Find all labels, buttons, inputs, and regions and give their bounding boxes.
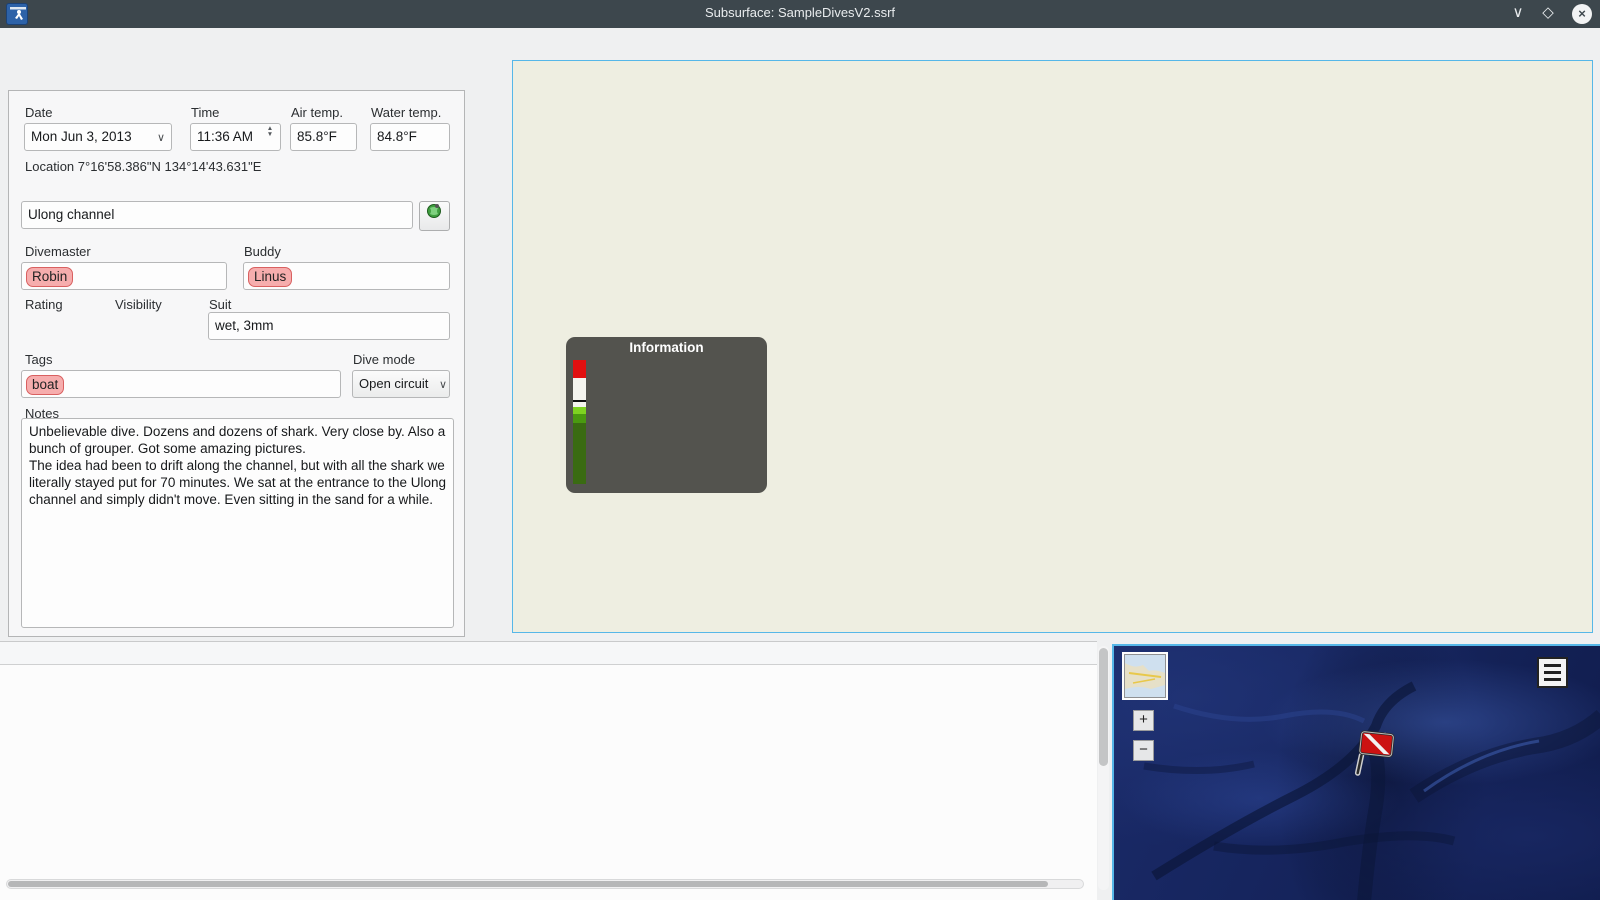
- date-combobox[interactable]: Mon Jun 3, 2013 ∨: [24, 123, 172, 151]
- suit-field[interactable]: wet, 3mm: [208, 312, 450, 340]
- title-bar: Subsurface: SampleDivesV2.ssrf ∨ ◇ ×: [0, 0, 1600, 28]
- vscroll-thumb[interactable]: [1099, 648, 1108, 766]
- date-label: Date: [25, 105, 53, 120]
- divemaster-tag[interactable]: Robin: [26, 267, 74, 287]
- tags-label: Tags: [25, 352, 53, 367]
- divemaster-field[interactable]: Robin: [21, 262, 227, 290]
- info-box-gas-strip: [573, 360, 586, 484]
- minimize-button[interactable]: ∨: [1506, 3, 1530, 21]
- location-field[interactable]: Ulong channel: [21, 201, 413, 229]
- dive-profile-chart[interactable]: Information: [512, 60, 1593, 633]
- water-temp-label: Water temp.: [371, 105, 442, 120]
- globe-icon: [427, 204, 441, 218]
- hscroll-thumb[interactable]: [8, 881, 1048, 887]
- buddy-field[interactable]: Linus: [243, 262, 450, 290]
- globe-button[interactable]: [419, 201, 450, 231]
- tags-field[interactable]: boat: [21, 370, 341, 398]
- location-label: Location 7°16'58.386"N 134°14'43.631"E: [25, 159, 262, 174]
- notes-panel: Date Mon Jun 3, 2013 ∨ Time 11:36 AM ▲ ▼ A…: [8, 62, 465, 637]
- air-temp-label: Air temp.: [291, 105, 344, 120]
- chevron-down-icon: ∨: [438, 379, 447, 391]
- minimap-thumbnail[interactable]: [1122, 652, 1168, 700]
- map-zoom-out-button[interactable]: −: [1133, 740, 1154, 761]
- chevron-down-icon: ∨: [156, 132, 165, 144]
- maximize-button[interactable]: ◇: [1536, 3, 1560, 21]
- map-panel[interactable]: + −: [1112, 644, 1600, 900]
- time-spinbox[interactable]: 11:36 AM ▲ ▼: [190, 123, 281, 151]
- water-temp-field[interactable]: 84.8°F: [370, 123, 450, 151]
- notes-tab-body: Date Mon Jun 3, 2013 ∨ Time 11:36 AM ▲ ▼ A…: [8, 90, 465, 637]
- menu-bar: [0, 28, 1600, 59]
- dive-mode-label: Dive mode: [353, 352, 416, 367]
- dive-flag-marker[interactable]: [1346, 726, 1402, 782]
- tab-bar: [8, 62, 465, 91]
- profile-toolbar: [472, 60, 514, 637]
- window-title: Subsurface: SampleDivesV2.ssrf: [704, 5, 896, 20]
- buddy-tag[interactable]: Linus: [248, 267, 293, 287]
- dive-mode-combobox[interactable]: Open circuit ∨: [352, 370, 450, 398]
- notes-textarea[interactable]: Unbelievable dive. Dozens and dozens of …: [21, 418, 454, 628]
- rating-label: Rating: [25, 297, 63, 312]
- divemaster-label: Divemaster: [25, 244, 91, 259]
- time-label: Time: [191, 105, 220, 120]
- buddy-label: Buddy: [244, 244, 281, 259]
- vertical-scrollbar[interactable]: [1098, 646, 1109, 890]
- dive-list: [0, 641, 1097, 900]
- close-button[interactable]: ×: [1572, 4, 1592, 24]
- map-menu-button[interactable]: [1537, 657, 1568, 688]
- visibility-label: Visibility: [115, 297, 162, 312]
- info-box-title: Information: [629, 340, 704, 355]
- map-zoom-in-button[interactable]: +: [1133, 710, 1154, 731]
- dive-list-header[interactable]: [0, 642, 1097, 665]
- info-box: Information: [566, 337, 767, 493]
- spinner-arrows-icon[interactable]: ▲ ▼: [264, 125, 276, 138]
- horizontal-scrollbar[interactable]: [6, 879, 1084, 889]
- tag-boat[interactable]: boat: [26, 375, 65, 395]
- air-temp-field[interactable]: 85.8°F: [290, 123, 357, 151]
- suit-label: Suit: [209, 297, 232, 312]
